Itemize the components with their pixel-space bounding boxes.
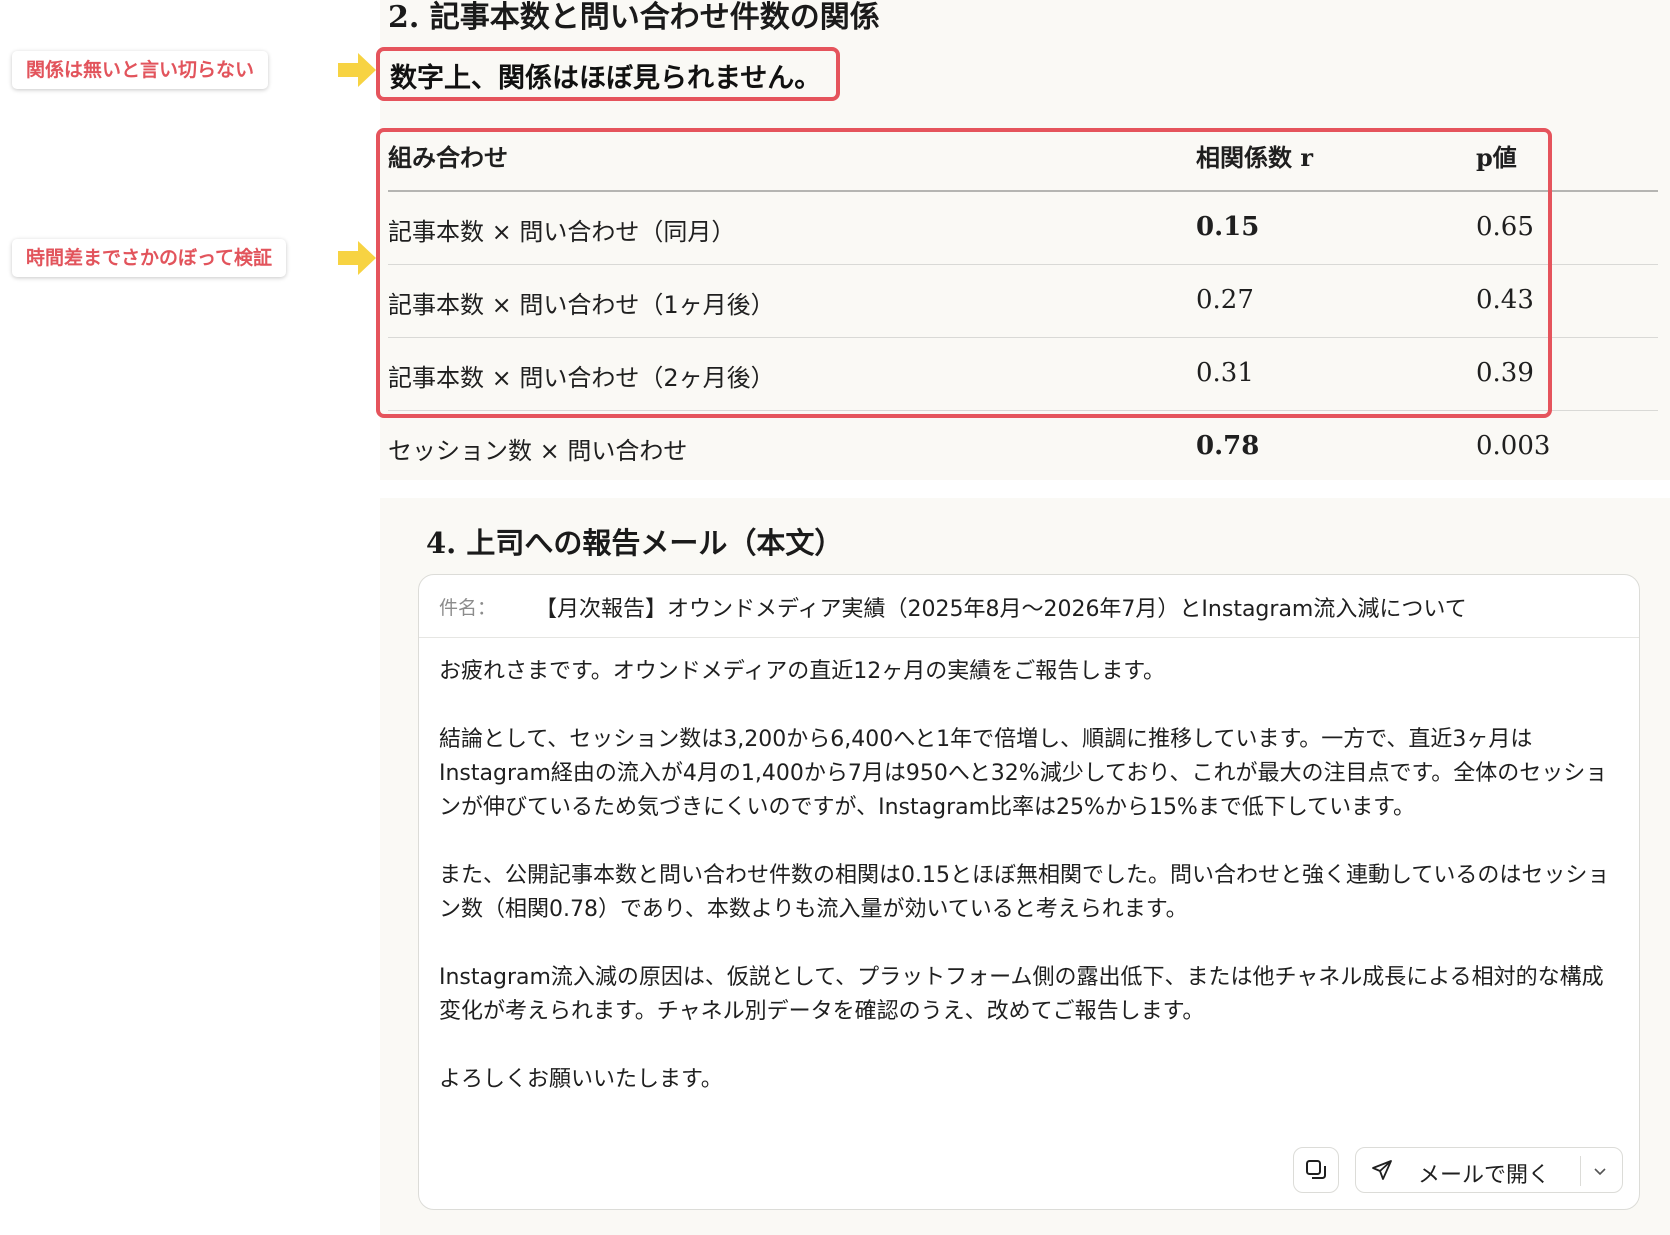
email-paragraph: お疲れさまです。オウンドメディアの直近12ヶ月の実績をご報告します。	[439, 659, 1166, 684]
section-2-title: 2. 記事本数と問い合わせ件数の関係	[388, 0, 880, 35]
conclusion-highlight	[376, 47, 840, 101]
copy-icon	[1306, 1160, 1326, 1179]
callout-no-denial: 関係は無いと言い切らない	[12, 51, 269, 89]
section-4-label: 上司への報告メール（本文）	[466, 526, 844, 560]
row-combination: セッション数 × 問い合わせ	[388, 437, 688, 465]
arrow-right-icon	[338, 241, 376, 275]
email-paragraph: よろしくお願いいたします。	[439, 1067, 723, 1092]
email-subject-row: 件名： 【月次報告】オウンドメディア実績（2025年8月〜2026年7月）とIn…	[419, 575, 1639, 638]
email-subject[interactable]: 【月次報告】オウンドメディア実績（2025年8月〜2026年7月）とInstag…	[535, 591, 1467, 623]
table-row: セッション数 × 問い合わせ 0.78 0.003	[388, 411, 1658, 483]
section-4-title: 4. 上司への報告メール（本文）	[426, 520, 843, 562]
open-mail-button[interactable]: メールで開く	[1355, 1147, 1623, 1193]
chevron-down-icon[interactable]	[1592, 1163, 1608, 1179]
row-p-value: 0.003	[1476, 431, 1551, 461]
copy-button[interactable]	[1293, 1147, 1339, 1193]
email-paragraph: また、公開記事本数と問い合わせ件数の相関は0.15とほぼ無相関でした。問い合わせ…	[439, 863, 1610, 922]
button-divider	[1580, 1156, 1581, 1186]
section-4-number: 4.	[426, 526, 457, 560]
email-paragraph: 結論として、セッション数は3,200から6,400へと1年で倍増し、順調に推移し…	[439, 727, 1608, 820]
row-correlation: 0.78	[1196, 431, 1260, 461]
arrow-right-icon	[338, 53, 376, 87]
send-icon	[1372, 1160, 1392, 1180]
subject-label: 件名：	[439, 597, 497, 619]
table-highlight	[376, 128, 1552, 418]
open-mail-label: メールで開く	[1418, 1163, 1551, 1188]
callout-time-lag: 時間差までさかのぼって検証	[12, 239, 287, 277]
email-card: 件名： 【月次報告】オウンドメディア実績（2025年8月〜2026年7月）とIn…	[418, 574, 1640, 1210]
email-paragraph: Instagram流入減の原因は、仮説として、プラットフォーム側の露出低下、また…	[439, 965, 1604, 1024]
email-body[interactable]: お疲れさまです。オウンドメディアの直近12ヶ月の実績をご報告します。 結論として…	[439, 655, 1624, 1131]
